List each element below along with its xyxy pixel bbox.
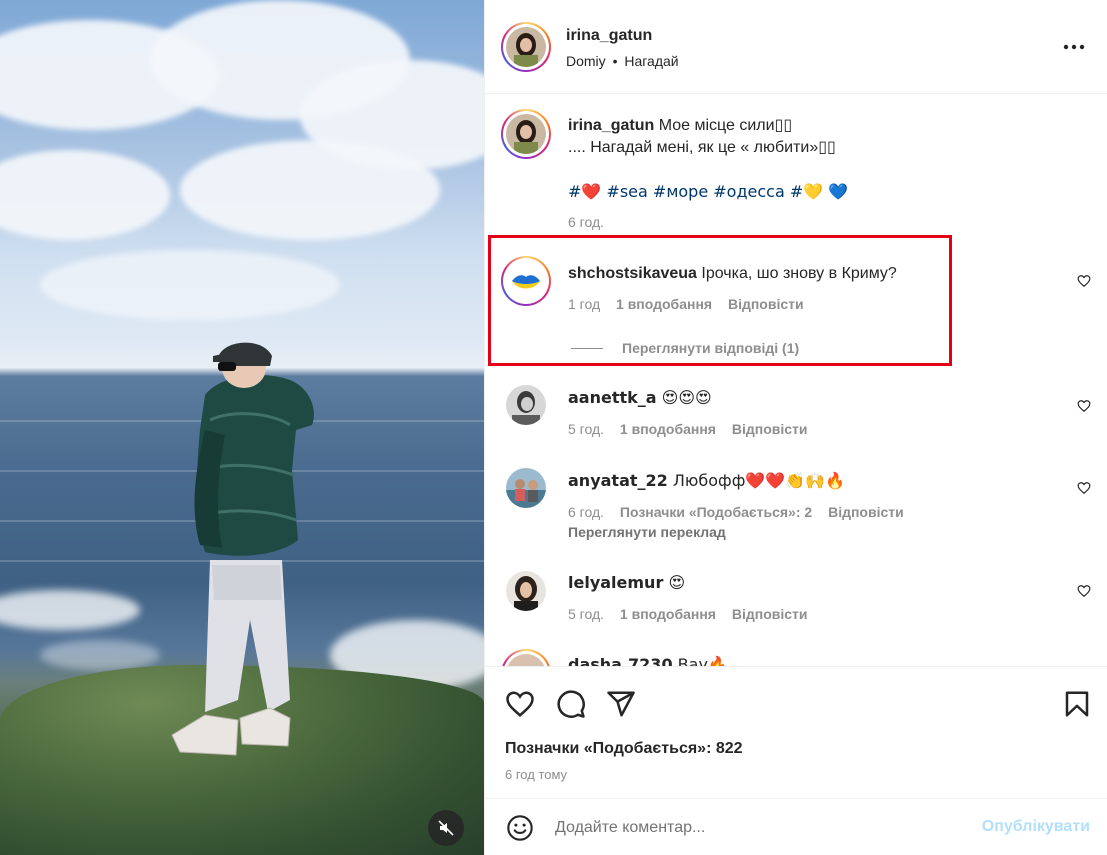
post-actions: Позначки «Подобається»: 822 6 год тому О… — [485, 666, 1107, 855]
heart-outline-icon[interactable] — [1077, 399, 1091, 413]
commenter-avatar[interactable] — [506, 385, 546, 425]
reply-button[interactable]: Відповісти — [732, 421, 808, 437]
comment-row: lelyalemur 😍 — [568, 573, 685, 593]
comment-username[interactable]: dasha.7230 — [568, 655, 673, 666]
comment-meta: 6 год. Позначки «Подобається»: 2 Відпові… — [568, 504, 916, 520]
avatar-photo — [506, 571, 546, 611]
comment-time: 6 год. — [568, 504, 605, 520]
comment-row: aanettk_a 😍😍😍 — [568, 388, 712, 408]
comment-input[interactable] — [555, 817, 955, 839]
comment-time: 5 год. — [568, 606, 605, 622]
caption-line-1: irina_gatun Мое місце сили▯▯ — [568, 116, 792, 136]
comment-text: 😍😍😍 — [661, 388, 712, 407]
commenter-avatar[interactable] — [506, 468, 546, 508]
commenter-avatar[interactable] — [506, 571, 546, 611]
comment-composer: Опублікувати — [485, 798, 1107, 855]
comment-row: dasha.7230 Вау🔥 — [568, 655, 728, 666]
hashtag-odessa[interactable]: #одесса — [713, 182, 785, 201]
caption-time: 6 год. — [568, 214, 605, 230]
heart-outline-icon[interactable] — [1077, 584, 1091, 598]
comment-text: Любофф❤️❤️👏🙌🔥 — [672, 471, 845, 490]
commenter-avatar[interactable] — [501, 649, 551, 666]
comment-username[interactable]: lelyalemur — [568, 573, 663, 592]
avatar-photo — [506, 385, 546, 425]
comment-likes[interactable]: Позначки «Подобається»: 2 — [620, 504, 812, 520]
comment-username[interactable]: aanettk_a — [568, 388, 657, 407]
comment-bubble-icon[interactable] — [556, 689, 586, 719]
comment-row: anyatat_22 Любофф❤️❤️👏🙌🔥 — [568, 471, 845, 491]
post-time-ago: 6 год тому — [505, 767, 568, 782]
author-avatar[interactable] — [501, 22, 551, 72]
avatar-photo — [506, 114, 546, 154]
caption-text-2: .... Нагадай мені, як це « любити»▯▯ — [568, 139, 836, 156]
comment-meta: 5 год. 1 вподобання Відповісти — [568, 606, 820, 622]
post-location[interactable]: Domiy — [566, 53, 606, 69]
reply-button[interactable]: Відповісти — [828, 504, 904, 520]
publish-button[interactable]: Опублікувати — [982, 818, 1090, 836]
hashtag-sea[interactable]: #sea — [606, 182, 647, 201]
hashtag-more[interactable]: #море — [653, 182, 708, 201]
avatar-photo — [506, 27, 546, 67]
more-options-icon[interactable] — [1063, 40, 1085, 54]
post-media[interactable] — [0, 0, 484, 855]
comment-text: Вау🔥 — [677, 655, 728, 666]
hashtag-flag[interactable]: #💛 💙 — [790, 182, 848, 201]
highlighted-comment-box — [488, 235, 952, 366]
caption-hashtags: #❤️ #sea #море #одесса #💛 💙 — [568, 182, 848, 202]
hashtag-heart[interactable]: #❤️ — [568, 182, 601, 201]
share-paper-plane-icon[interactable] — [606, 689, 636, 719]
comment-username[interactable]: anyatat_22 — [568, 471, 668, 490]
see-translation-button[interactable]: Переглянути переклад — [568, 524, 726, 540]
mute-button[interactable] — [428, 810, 464, 846]
speaker-muted-icon — [438, 820, 454, 836]
reply-button[interactable]: Відповісти — [732, 606, 808, 622]
like-heart-icon[interactable] — [505, 689, 535, 719]
author-username[interactable]: irina_gatun — [566, 27, 652, 45]
separator-dot: • — [612, 53, 618, 69]
person-figure — [171, 342, 314, 756]
heart-outline-icon[interactable] — [1077, 481, 1091, 495]
header-subline: Domiy • Нагадай — [566, 53, 679, 69]
comment-likes[interactable]: 1 вподобання — [620, 421, 716, 437]
caption-author[interactable]: irina_gatun — [568, 117, 654, 134]
save-bookmark-icon[interactable] — [1062, 689, 1092, 719]
heart-outline-icon[interactable] — [1077, 274, 1091, 288]
avatar-photo — [506, 468, 546, 508]
post-header: irina_gatun Domiy • Нагадай — [485, 0, 1107, 94]
caption-author-avatar[interactable] — [501, 109, 551, 159]
remind-action[interactable]: Нагадай — [624, 53, 678, 69]
caption-text-1: Мое місце сили▯▯ — [658, 117, 793, 134]
emoji-smiley-icon[interactable] — [506, 814, 534, 842]
comment-likes[interactable]: 1 вподобання — [620, 606, 716, 622]
comment-time: 5 год. — [568, 421, 605, 437]
comment-meta: 5 год. 1 вподобання Відповісти — [568, 421, 820, 437]
comment-text: 😍 — [668, 573, 686, 592]
likes-count[interactable]: Позначки «Подобається»: 822 — [505, 740, 743, 758]
comments-list[interactable]: irina_gatun Мое місце сили▯▯ .... Нагада… — [485, 95, 1107, 666]
post-detail-panel: irina_gatun Domiy • Нагадай irina_gatun … — [484, 0, 1107, 855]
